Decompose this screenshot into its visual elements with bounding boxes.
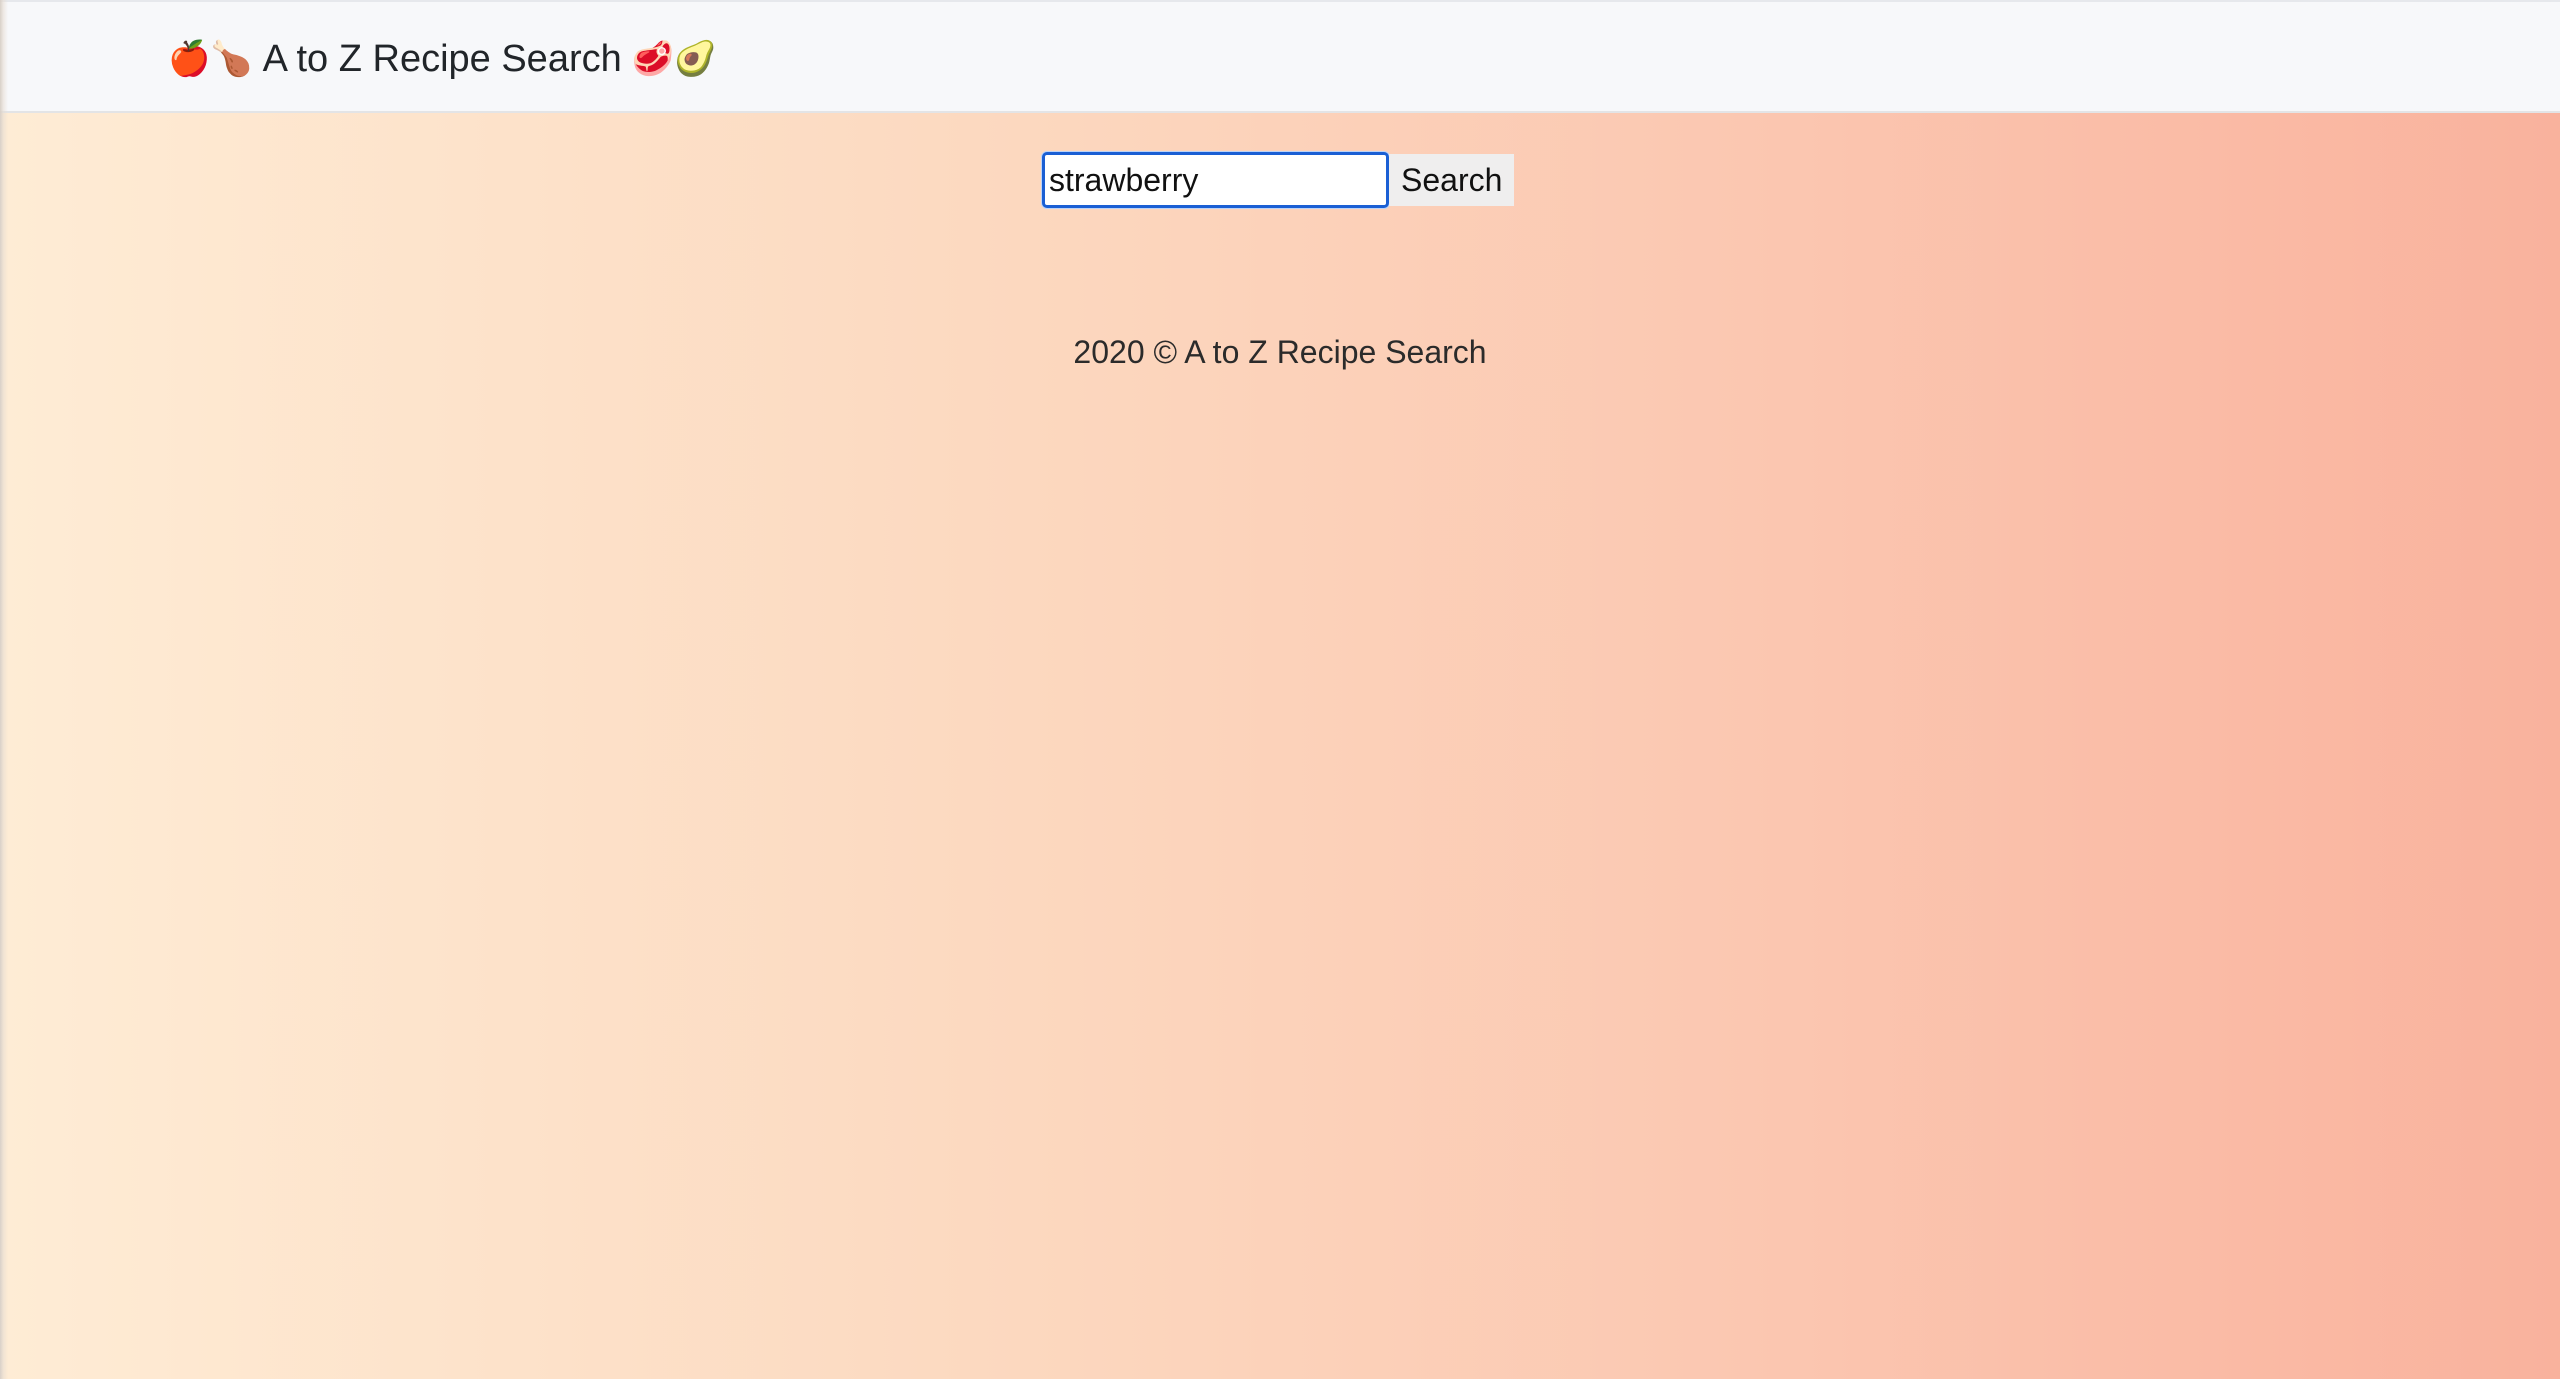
search-input[interactable] — [1042, 152, 1389, 208]
brand-link[interactable]: 🍎🍗 A to Z Recipe Search 🥩🥑 — [168, 32, 716, 86]
search-button[interactable]: Search — [1389, 154, 1515, 206]
meat-avocado-icon: 🥩🥑 — [631, 40, 717, 78]
navbar: 🍎🍗 A to Z Recipe Search 🥩🥑 — [0, 0, 2560, 113]
brand-title: A to Z Recipe Search — [262, 37, 622, 80]
search-form: Search — [1042, 152, 1515, 208]
footer-copyright: 2020 © A to Z Recipe Search — [1073, 334, 1487, 370]
apple-drumstick-icon: 🍎🍗 — [168, 40, 253, 78]
window-edge-shadow — [0, 0, 8, 1379]
